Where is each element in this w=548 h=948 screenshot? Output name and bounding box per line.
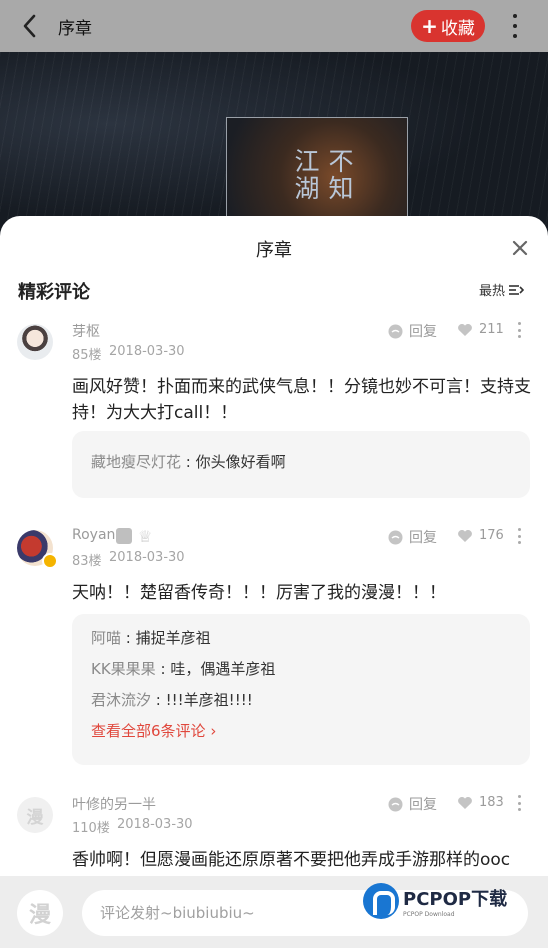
verified-badge xyxy=(42,553,58,569)
cover-text-col2: 不知 xyxy=(325,148,354,202)
avatar-text: 漫 xyxy=(28,903,51,928)
comment-more-icon[interactable] xyxy=(518,528,522,544)
section-title: 精彩评论 xyxy=(18,282,90,303)
back-arrow-icon[interactable] xyxy=(18,12,44,40)
avatar[interactable] xyxy=(17,324,53,360)
reply-button[interactable]: 回复 xyxy=(388,794,437,814)
avatar-text: 漫 xyxy=(26,807,44,828)
reply-box: 藏地瘦尽灯花 : 你头像好看啊 xyxy=(72,431,530,498)
heart-icon xyxy=(458,323,472,336)
watermark-brand: PCPOP下载 xyxy=(403,888,508,910)
reply-text: 捕捉羊彦祖 xyxy=(135,629,211,647)
chevron-right-icon: › xyxy=(210,722,217,740)
sort-icon xyxy=(509,284,525,295)
reply-separator: : xyxy=(125,629,131,647)
reply-separator: : xyxy=(185,453,191,471)
page-title: 序章 xyxy=(58,19,92,39)
floor-number: 110楼 xyxy=(72,821,110,836)
comment-text: 天呐！！楚留香传奇！！！厉害了我的漫漫！！！ xyxy=(72,583,446,603)
comments-sheet: 序章 精彩评论 最热 芽枢 85楼 2018-03-30 回复 211 画风好赞… xyxy=(0,216,548,948)
reply-line[interactable]: 君沐流汐 : !!!羊彦祖!!!! xyxy=(91,689,253,710)
heart-icon xyxy=(458,529,472,542)
level-badge-icon xyxy=(116,528,132,544)
reply-box: 阿喵 : 捕捉羊彦祖 KK果果果 : 哇，偶遇羊彦祖 君沐流汐 : !!!羊彦祖… xyxy=(72,614,530,765)
like-count: 211 xyxy=(479,322,504,337)
like-button[interactable]: 183 xyxy=(457,795,504,810)
reply-icon xyxy=(388,324,403,338)
reply-user: 君沐流汐 xyxy=(91,691,152,709)
reply-user: KK果果果 xyxy=(91,660,156,678)
reply-button[interactable]: 回复 xyxy=(388,321,437,341)
more-options-icon[interactable] xyxy=(508,14,522,38)
crown-icon: ♕ xyxy=(138,527,153,546)
username[interactable]: 芽枢 xyxy=(72,321,100,341)
reply-separator: : xyxy=(160,660,166,678)
reply-line[interactable]: KK果果果 : 哇，偶遇羊彦祖 xyxy=(91,658,275,679)
cover-text-col1: 江湖 xyxy=(291,148,320,202)
comment-date: 2018-03-30 xyxy=(117,817,193,832)
heart-icon xyxy=(458,796,472,809)
reply-user: 阿喵 xyxy=(91,629,122,647)
see-all-label: 查看全部6条评论 xyxy=(91,722,206,740)
floor-number: 85楼 xyxy=(72,348,102,363)
sort-toggle[interactable]: 最热 xyxy=(479,280,525,299)
close-icon[interactable] xyxy=(512,240,528,256)
reply-text: 你头像好看啊 xyxy=(195,453,286,471)
favorite-button[interactable]: + 收藏 xyxy=(411,10,485,42)
cover-poster: 江湖 不知 xyxy=(226,117,408,232)
chapter-cover-image: 江湖 不知 xyxy=(0,52,548,232)
reply-line[interactable]: 藏地瘦尽灯花 : 你头像好看啊 xyxy=(91,451,286,472)
username[interactable]: Royan xyxy=(72,527,115,543)
reply-label: 回复 xyxy=(409,797,437,813)
reply-label: 回复 xyxy=(409,530,437,546)
comment-text: 画风好赞！扑面而来的武侠气息！！分镜也妙不可言！支持支持！为大大打call！！ xyxy=(72,377,531,423)
favorite-label: 收藏 xyxy=(440,18,475,39)
reply-label: 回复 xyxy=(409,324,437,340)
floor-number: 83楼 xyxy=(72,554,102,569)
plus-icon: + xyxy=(421,14,438,38)
reply-separator: : xyxy=(155,691,161,709)
comment-more-icon[interactable] xyxy=(518,795,522,811)
like-button[interactable]: 211 xyxy=(457,322,504,337)
like-count: 183 xyxy=(479,795,504,810)
like-count: 176 xyxy=(479,528,504,543)
comment-date: 2018-03-30 xyxy=(109,344,185,359)
reply-icon xyxy=(388,530,403,544)
avatar[interactable]: 漫 xyxy=(17,890,63,936)
reply-button[interactable]: 回复 xyxy=(388,527,437,547)
avatar[interactable]: 漫 xyxy=(17,797,53,833)
see-all-replies-link[interactable]: 查看全部6条评论 › xyxy=(91,720,216,741)
like-button[interactable]: 176 xyxy=(457,528,504,543)
watermark-sub: PCPOP Download xyxy=(403,910,455,918)
reply-icon xyxy=(388,797,403,811)
sheet-title: 序章 xyxy=(256,240,292,261)
pcpop-logo-icon xyxy=(363,883,399,919)
reply-text: 哇，偶遇羊彦祖 xyxy=(170,660,276,678)
reply-line[interactable]: 阿喵 : 捕捉羊彦祖 xyxy=(91,627,211,648)
sort-label: 最热 xyxy=(479,284,506,299)
reply-text: !!!羊彦祖!!!! xyxy=(165,691,253,709)
comment-more-icon[interactable] xyxy=(518,322,522,338)
comment-text: 香帅啊！但愿漫画能还原原著不要把他弄成手游那样的ooc xyxy=(72,850,511,870)
username[interactable]: 叶修的另一半 xyxy=(72,794,156,814)
comment-date: 2018-03-30 xyxy=(109,550,185,565)
watermark: PCPOP下载 PCPOP Download xyxy=(363,883,507,919)
top-bar: 序章 + 收藏 xyxy=(0,0,548,52)
reply-user: 藏地瘦尽灯花 xyxy=(91,453,182,471)
